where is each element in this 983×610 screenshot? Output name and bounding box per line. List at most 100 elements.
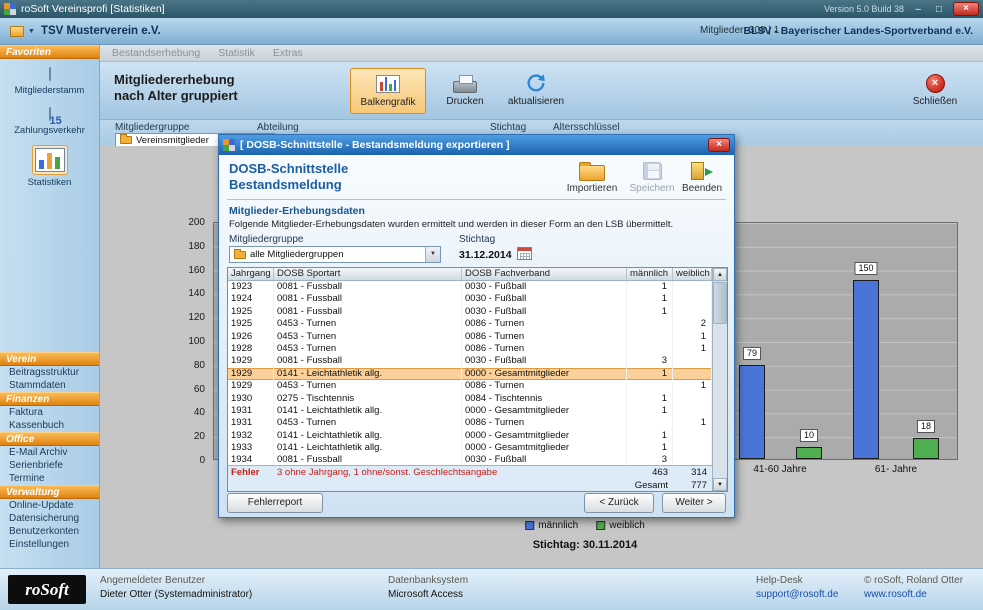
dialog-heading-line1: DOSB-Schnittstelle: [229, 161, 348, 177]
table-cell: 0141 - Leichtathletik allg.: [274, 442, 462, 454]
filter-label-abteilung: Abteilung: [257, 122, 299, 133]
chart-bar-männlich: [739, 365, 765, 459]
table-cell: 1: [627, 430, 673, 442]
x-tick-label: 41-60 Jahre: [753, 464, 806, 475]
calendar-icon: 15: [49, 107, 51, 121]
table-cell: [673, 293, 712, 305]
scroll-down-icon[interactable]: ▼: [713, 478, 727, 491]
sidebar-section-favoriten[interactable]: Favoriten: [0, 45, 99, 59]
support-email-link[interactable]: support@rosoft.de: [756, 589, 838, 600]
back-button[interactable]: < Zurück: [584, 493, 654, 513]
scroll-up-icon[interactable]: ▲: [713, 268, 727, 281]
page-title: Mitgliedererhebung nach Alter gruppiert: [114, 72, 238, 104]
table-row[interactable]: 19280453 - Turnen0086 - Turnen1: [228, 343, 712, 355]
table-row[interactable]: 19330141 - Leichtathletik allg.0000 - Ge…: [228, 442, 712, 454]
table-row[interactable]: 19250453 - Turnen0086 - Turnen2: [228, 318, 712, 330]
sidebar-item-datensicherung[interactable]: Datensicherung: [0, 512, 99, 525]
date-value: 31.12.2014: [459, 249, 512, 261]
bar-value-label: 10: [800, 429, 818, 442]
menu-item-statistik[interactable]: Statistik: [218, 47, 255, 59]
scrollbar-thumb[interactable]: [713, 282, 727, 324]
table-row[interactable]: 19310453 - Turnen0086 - Turnen1: [228, 417, 712, 429]
table-row[interactable]: 19300275 - Tischtennis0084 - Tischtennis…: [228, 393, 712, 405]
table-row[interactable]: 19310141 - Leichtathletik allg.0000 - Ge…: [228, 405, 712, 417]
table-cell: 0141 - Leichtathletik allg.: [274, 430, 462, 442]
sidebar-item-einstellungen[interactable]: Einstellungen: [0, 538, 99, 551]
refresh-button[interactable]: aktualisieren: [500, 68, 572, 107]
minimize-button[interactable]: –: [911, 4, 925, 15]
y-tick-label: 200: [179, 217, 205, 228]
next-button[interactable]: Weiter >: [662, 493, 726, 513]
bar-chart-button[interactable]: Balkengrafik: [350, 68, 426, 114]
table-row[interactable]: 19240081 - Fussball0030 - Fußball1: [228, 293, 712, 305]
sidebar-item-e-mail-archiv[interactable]: E-Mail Archiv: [0, 446, 99, 459]
error-report-button[interactable]: Fehlerreport: [227, 493, 323, 513]
table-cell: [673, 430, 712, 442]
y-tick-label: 0: [179, 455, 205, 466]
statusbar-database: Datenbanksystem Microsoft Access: [388, 575, 468, 600]
chevron-down-icon[interactable]: ▼: [28, 28, 35, 35]
sidebar-item-faktura[interactable]: Faktura: [0, 406, 99, 419]
chart-legend: männlichweiblich: [525, 520, 645, 531]
titlebar: roSoft Vereinsprofi [Statistiken] Versio…: [0, 0, 983, 18]
statusbar-label: Datenbanksystem: [388, 575, 468, 586]
column-header-dosb-fachverband[interactable]: DOSB Fachverband: [462, 268, 627, 280]
menu-item-bestandserhebung[interactable]: Bestandserhebung: [112, 47, 200, 59]
table-cell: 0030 - Fußball: [462, 293, 627, 305]
table-cell: 1929: [228, 380, 274, 392]
bar-chart-icon: [376, 75, 400, 93]
sidebar-section-verwaltung[interactable]: Verwaltung: [0, 485, 99, 499]
table-row[interactable]: 19230081 - Fussball0030 - Fußball1: [228, 281, 712, 293]
sidebar-item-zahlungsverkehr[interactable]: 15 Zahlungsverkehr: [0, 99, 99, 139]
sidebar-item-beitragsstruktur[interactable]: Beitragsstruktur: [0, 366, 99, 379]
legend-label: weiblich: [609, 520, 645, 531]
print-button[interactable]: Drucken: [436, 68, 494, 107]
calendar-picker-icon[interactable]: [517, 247, 532, 260]
table-row[interactable]: 19290081 - Fussball0030 - Fußball3: [228, 355, 712, 367]
combobox-arrow[interactable]: ▼: [425, 247, 440, 262]
table-cell: 0000 - Gesamtmitglieder: [462, 405, 627, 417]
table-cell: [627, 318, 673, 330]
maximize-button[interactable]: □: [932, 4, 946, 15]
statusbar-value: Dieter Otter (Systemadministrator): [100, 589, 252, 600]
table-row[interactable]: 19290141 - Leichtathletik allg.0000 - Ge…: [228, 368, 712, 380]
statusbar-label: © roSoft, Roland Otter: [864, 575, 963, 586]
x-tick-label: 61- Jahre: [875, 464, 917, 475]
table-row[interactable]: 19290453 - Turnen0086 - Turnen1: [228, 380, 712, 392]
table-row[interactable]: 19260453 - Turnen0086 - Turnen1: [228, 331, 712, 343]
dialog-close-button[interactable]: ×: [708, 138, 730, 152]
close-button[interactable]: ×: [953, 2, 979, 16]
members-icon: [49, 67, 51, 81]
website-link[interactable]: www.rosoft.de: [864, 589, 963, 600]
exit-button[interactable]: Beenden: [673, 159, 731, 194]
table-cell: 0081 - Fussball: [274, 281, 462, 293]
group-combobox[interactable]: alle Mitgliedergruppen ▼: [229, 246, 441, 263]
sidebar-item-termine[interactable]: Termine: [0, 472, 99, 485]
import-button[interactable]: Importieren: [563, 159, 621, 194]
date-field[interactable]: 31.12.2014: [459, 247, 532, 261]
column-header-weiblich[interactable]: weiblich: [673, 268, 712, 280]
sidebar-item-stammdaten[interactable]: Stammdaten: [0, 379, 99, 392]
sidebar-section-office[interactable]: Office: [0, 432, 99, 446]
close-view-button[interactable]: × Schließen: [903, 68, 967, 107]
table-scrollbar[interactable]: ▲ ▼: [712, 268, 727, 491]
sidebar-section-finanzen[interactable]: Finanzen: [0, 392, 99, 406]
sidebar-item-statistiken[interactable]: Statistiken: [0, 139, 99, 191]
table-row[interactable]: 19250081 - Fussball0030 - Fußball1: [228, 306, 712, 318]
column-header-jahrgang[interactable]: Jahrgang: [228, 268, 274, 280]
column-header-männlich[interactable]: männlich: [627, 268, 673, 280]
table-row[interactable]: 19320141 - Leichtathletik allg.0000 - Ge…: [228, 430, 712, 442]
table-cell: 1925: [228, 318, 274, 330]
sidebar-item-online-update[interactable]: Online-Update: [0, 499, 99, 512]
menubar: Bestandserhebung Statistik Extras: [100, 45, 983, 62]
table-cell: 1930: [228, 393, 274, 405]
menu-item-extras[interactable]: Extras: [273, 47, 303, 59]
sidebar-section-verein[interactable]: Verein: [0, 352, 99, 366]
column-header-dosb-sportart[interactable]: DOSB Sportart: [274, 268, 462, 280]
sidebar-item-serienbriefe[interactable]: Serienbriefe: [0, 459, 99, 472]
sidebar-item-benutzerkonten[interactable]: Benutzerkonten: [0, 525, 99, 538]
sidebar-item-kassenbuch[interactable]: Kassenbuch: [0, 419, 99, 432]
sidebar-item-mitgliederstamm[interactable]: Mitgliederstamm: [0, 59, 99, 99]
y-tick-label: 100: [179, 336, 205, 347]
table-cell: 0000 - Gesamtmitglieder: [462, 442, 627, 454]
